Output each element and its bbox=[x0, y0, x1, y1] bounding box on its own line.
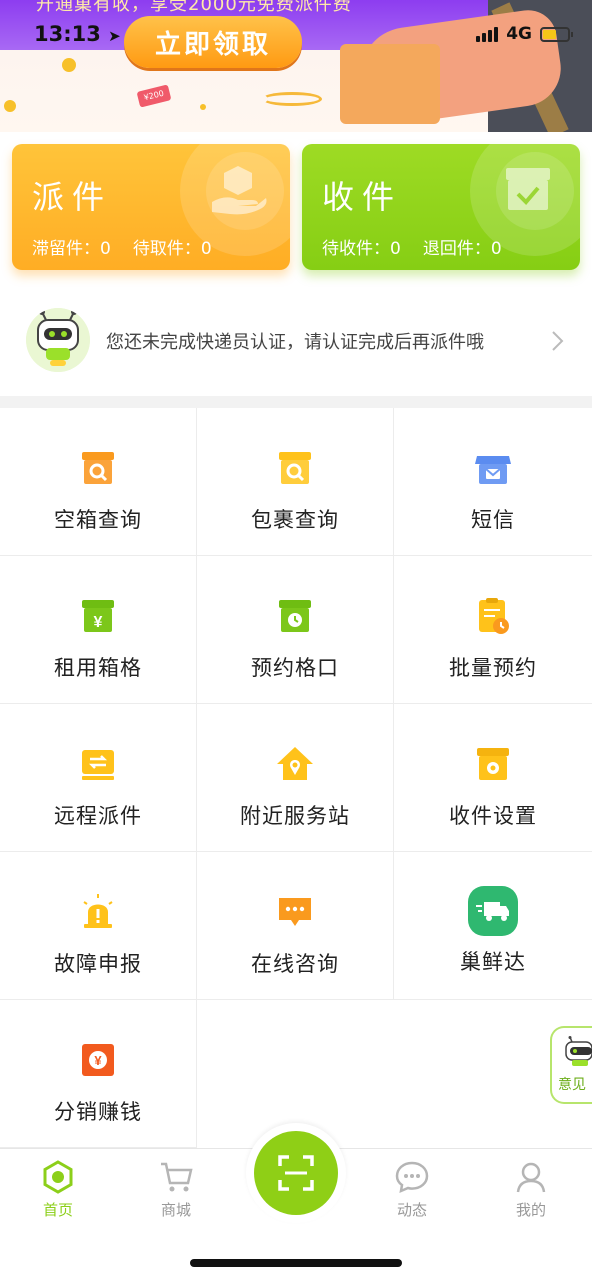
stat-item: 待取件：0 bbox=[132, 239, 212, 259]
scan-button-wrapper bbox=[246, 1123, 346, 1223]
tab-label: 商城 bbox=[160, 1201, 191, 1219]
chat-bubble-icon bbox=[279, 898, 311, 926]
grid-item-rent-box[interactable]: ¥ 租用箱格 bbox=[0, 556, 197, 704]
cart-icon bbox=[161, 1162, 193, 1192]
coin-decoration bbox=[200, 104, 206, 110]
action-cards: 派件 滞留件：0 待取件：0 收件 待收件：0 退回件：0 bbox=[12, 144, 580, 272]
grid-item-nearby-station[interactable]: 附近服务站 bbox=[197, 704, 394, 852]
alarm-icon bbox=[83, 894, 113, 928]
grid-item-empty-box-query[interactable]: 空箱查询 bbox=[0, 408, 197, 556]
grid-item-batch-reserve[interactable]: 批量预约 bbox=[394, 556, 592, 704]
tab-mall[interactable]: 商城 bbox=[131, 1159, 221, 1220]
grid-item-label: 远程派件 bbox=[54, 804, 142, 828]
location-arrow-icon: ➤ bbox=[108, 27, 121, 45]
network-label: 4G bbox=[506, 24, 532, 44]
grid-item-label: 附近服务站 bbox=[240, 804, 350, 828]
box-gear-icon bbox=[477, 748, 509, 780]
stat-item: 滞留件：0 bbox=[32, 239, 111, 259]
feedback-label: 意见 bbox=[558, 1077, 586, 1093]
grid-item-remote-dispatch[interactable]: 远程派件 bbox=[0, 704, 197, 852]
box-check-icon bbox=[506, 168, 550, 210]
tab-label: 动态 bbox=[396, 1201, 427, 1219]
grid-item-online-consult[interactable]: 在线咨询 bbox=[197, 852, 394, 1000]
home-location-icon bbox=[277, 747, 313, 780]
coupon-ticket: ¥200 bbox=[136, 84, 172, 108]
yen-wallet-icon: ¥ bbox=[82, 1044, 114, 1076]
status-time: 13:13 ➤ bbox=[34, 22, 121, 46]
grid-item-distribution-earn[interactable]: ¥ 分销赚钱 bbox=[0, 1000, 197, 1148]
stat-item: 待收件：0 bbox=[322, 239, 401, 259]
sms-store-icon bbox=[475, 456, 511, 484]
clipboard-clock-icon bbox=[479, 598, 509, 634]
robot-mini-icon bbox=[565, 1036, 592, 1066]
remote-transfer-icon bbox=[82, 750, 114, 780]
scan-button[interactable] bbox=[254, 1131, 338, 1215]
yen-box-icon: ¥ bbox=[82, 600, 114, 632]
tab-label: 我的 bbox=[515, 1201, 546, 1219]
clock-box-icon bbox=[279, 600, 311, 632]
grid-item-label: 租用箱格 bbox=[54, 656, 142, 680]
ribbon-decoration bbox=[262, 92, 322, 106]
tab-home[interactable]: 首页 bbox=[13, 1159, 103, 1220]
dispatch-card[interactable]: 派件 滞留件：0 待取件：0 bbox=[12, 144, 290, 270]
tab-label: 首页 bbox=[42, 1201, 73, 1219]
section-divider bbox=[0, 396, 592, 408]
coin-decoration bbox=[62, 58, 76, 72]
status-indicators: 4G bbox=[476, 24, 573, 44]
package-search-icon bbox=[279, 452, 311, 484]
grid-item-label: 巢鲜达 bbox=[460, 950, 526, 974]
grid-item-label: 在线咨询 bbox=[251, 952, 339, 976]
grid-item-label: 包裹查询 bbox=[251, 508, 339, 532]
home-hexagon-icon bbox=[43, 1160, 73, 1194]
svg-text:¥: ¥ bbox=[94, 1053, 102, 1068]
banner-promo-text: 开通巢有收，享受2000元免费派件费 bbox=[36, 0, 352, 15]
gift-box-illustration bbox=[340, 44, 440, 124]
message-icon bbox=[395, 1161, 429, 1194]
grid-item-label: 分销赚钱 bbox=[54, 1100, 142, 1124]
grid-item-label: 故障申报 bbox=[54, 952, 142, 976]
dispatch-stats: 滞留件：0 待取件：0 bbox=[32, 234, 212, 259]
claim-now-button[interactable]: 立即领取 bbox=[124, 16, 302, 68]
receive-card[interactable]: 收件 待收件：0 退回件：0 bbox=[302, 144, 580, 270]
grid-item-package-query[interactable]: 包裹查询 bbox=[197, 408, 394, 556]
grid-item-receive-settings[interactable]: 收件设置 bbox=[394, 704, 592, 852]
tab-activity[interactable]: 动态 bbox=[367, 1159, 457, 1220]
status-time-text: 13:13 bbox=[34, 22, 101, 46]
box-search-icon bbox=[82, 452, 114, 484]
delivery-truck-icon bbox=[468, 886, 518, 936]
profile-icon bbox=[516, 1162, 546, 1193]
home-screen: 开通巢有收，享受2000元免费派件费 ¥200 立即领取 13:13 ➤ 4G bbox=[0, 0, 592, 1280]
robot-avatar-icon bbox=[26, 308, 90, 372]
svg-text:¥: ¥ bbox=[94, 614, 103, 631]
coin-decoration bbox=[4, 100, 16, 112]
dispatch-title: 派件 bbox=[32, 178, 113, 216]
stat-item: 退回件：0 bbox=[422, 239, 502, 259]
grid-item-sms[interactable]: 短信 bbox=[394, 408, 592, 556]
home-indicator bbox=[190, 1259, 402, 1267]
scan-icon bbox=[278, 1155, 314, 1191]
chevron-right-icon bbox=[552, 331, 564, 351]
grid-item-label: 收件设置 bbox=[449, 804, 537, 828]
grid-item-reserve-slot[interactable]: 预约格口 bbox=[197, 556, 394, 704]
grid-item-fault-report[interactable]: 故障申报 bbox=[0, 852, 197, 1000]
certification-notice[interactable]: 您还未完成快递员认证，请认证完成后再派件哦 bbox=[0, 290, 592, 394]
hand-box-icon bbox=[212, 166, 267, 215]
grid-item-label: 预约格口 bbox=[251, 656, 339, 680]
promo-banner[interactable]: 开通巢有收，享受2000元免费派件费 ¥200 立即领取 13:13 ➤ 4G bbox=[0, 0, 592, 132]
grid-item-label: 短信 bbox=[471, 508, 515, 532]
notice-text: 您还未完成快递员认证，请认证完成后再派件哦 bbox=[106, 332, 484, 353]
battery-icon bbox=[540, 26, 573, 42]
tab-profile[interactable]: 我的 bbox=[486, 1159, 576, 1220]
receive-title: 收件 bbox=[322, 178, 403, 216]
receive-stats: 待收件：0 退回件：0 bbox=[322, 234, 502, 259]
feedback-float-button[interactable]: 意见 bbox=[550, 1026, 592, 1104]
grid-item-chaoxianda[interactable]: 巢鲜达 bbox=[394, 852, 592, 1000]
grid-item-label: 空箱查询 bbox=[54, 508, 142, 532]
grid-item-label: 批量预约 bbox=[449, 656, 537, 680]
signal-icon bbox=[476, 26, 499, 42]
